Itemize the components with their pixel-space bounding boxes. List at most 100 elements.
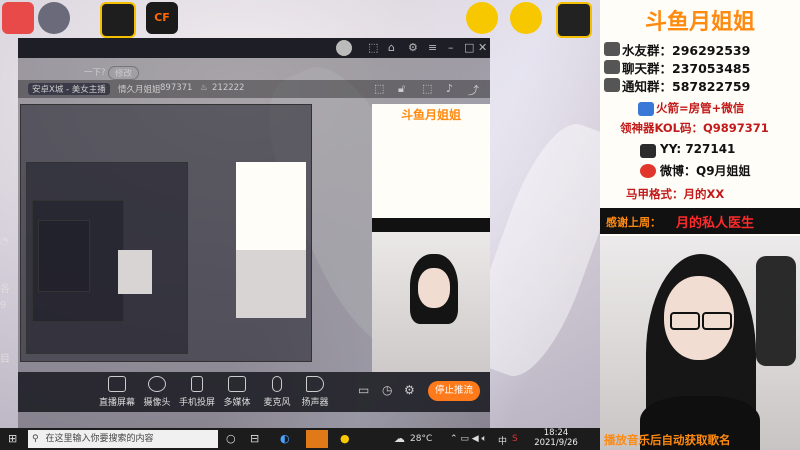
info-card-title: 斗鱼月姐姐 bbox=[644, 9, 755, 35]
taskbar-app-active[interactable] bbox=[306, 430, 328, 448]
ime-indicator[interactable]: 中 bbox=[498, 434, 507, 447]
cortana-icon[interactable]: ○ bbox=[226, 432, 236, 445]
info-line: 通知群：587822759 bbox=[622, 76, 750, 95]
info-line-value: 296292539 bbox=[672, 43, 751, 58]
rocket-icon bbox=[638, 102, 654, 116]
valorant-icon[interactable] bbox=[100, 2, 136, 38]
inner-thanks-bar bbox=[372, 218, 490, 232]
record-icon[interactable]: ▭ bbox=[358, 383, 369, 397]
search-icon: ⚲ bbox=[32, 434, 39, 444]
weather-icon: ☁ bbox=[394, 432, 405, 445]
speaker-button[interactable]: 扬声器 bbox=[292, 376, 338, 408]
clock[interactable]: 18:24 2021/9/26 bbox=[526, 428, 586, 448]
settings-icon[interactable]: ⚙ bbox=[404, 383, 415, 397]
temperature: 28°C bbox=[410, 434, 433, 444]
message-icon[interactable]: ⬚ bbox=[368, 41, 378, 54]
close-icon[interactable]: ✕ bbox=[478, 41, 487, 54]
category-label[interactable]: 安卓X城 - 美女主播 bbox=[28, 83, 110, 95]
toolbar-label: 扬声器 bbox=[301, 398, 329, 408]
mirror-camera bbox=[236, 250, 306, 318]
heat-count: 212222 bbox=[212, 83, 245, 93]
settings-icon[interactable]: ⚙ bbox=[408, 41, 418, 54]
toolbar-label: 麦克风 bbox=[263, 398, 291, 408]
lock-icon[interactable]: 🔓︎ bbox=[398, 82, 405, 96]
maximize-icon[interactable]: □ bbox=[464, 41, 474, 54]
user-avatar[interactable] bbox=[336, 40, 352, 56]
chat-icon bbox=[604, 78, 620, 92]
media-icon bbox=[228, 376, 246, 392]
taskbar-search[interactable]: ⚲ 在这里输入你要搜索的内容 bbox=[28, 430, 218, 448]
inner-card-title: 斗鱼月姐姐 bbox=[400, 108, 461, 122]
sidebar-clock-icon[interactable]: ◔ bbox=[0, 236, 9, 247]
window-titlebar: ⬚ ⌂ ⚙ ≡ – □ ✕ bbox=[18, 38, 490, 58]
sidebar-item[interactable]: 9 bbox=[0, 300, 6, 311]
clock-time: 18:24 bbox=[543, 428, 569, 438]
clock-date: 2021/9/26 bbox=[534, 438, 578, 448]
glasses-right bbox=[702, 312, 732, 330]
broadcast-title: 一下? bbox=[84, 68, 106, 78]
toolbar-label: 手机投屏 bbox=[178, 398, 215, 408]
glasses-left bbox=[670, 312, 700, 330]
sidebar-add-icon[interactable]: + bbox=[0, 70, 8, 81]
stop-stream-button[interactable]: 停止推流 bbox=[428, 381, 480, 401]
info-line-label: 通知群： bbox=[622, 79, 673, 94]
streamer-name: 情久月姐姐 bbox=[118, 85, 161, 95]
microphone-shape bbox=[756, 256, 796, 366]
app-icon[interactable] bbox=[2, 2, 34, 34]
phone-icon bbox=[191, 376, 203, 392]
room-header: 一下? 修改 bbox=[24, 66, 144, 80]
search-placeholder: 在这里输入你要搜索的内容 bbox=[45, 434, 154, 444]
kol-line: 领神器KOL码：Q9897371 bbox=[620, 121, 769, 135]
taskview-icon[interactable]: ⊟ bbox=[250, 432, 259, 445]
avatar bbox=[38, 2, 70, 34]
sidebar-item[interactable]: 目 bbox=[0, 350, 10, 365]
info-line: 水友群：296292539 bbox=[622, 40, 750, 59]
edge-icon[interactable]: ◐ bbox=[280, 432, 290, 445]
info-line-label: 水友群： bbox=[622, 43, 673, 58]
heat-icon: ♨ bbox=[200, 83, 208, 93]
edit-button[interactable]: 修改 bbox=[108, 66, 140, 80]
shirt-icon[interactable]: ⌂ bbox=[388, 41, 395, 54]
pp-icon[interactable] bbox=[510, 2, 542, 34]
windows-start-icon[interactable]: ⊞ bbox=[8, 432, 17, 445]
inner-info-card: 斗鱼月姐姐 bbox=[372, 104, 490, 218]
minimize-icon[interactable]: – bbox=[448, 41, 454, 54]
s-icon[interactable]: S bbox=[512, 434, 518, 444]
chat-icon bbox=[604, 60, 620, 74]
info-line: 聊天群：237053485 bbox=[622, 58, 750, 77]
mirror-info-card bbox=[236, 162, 306, 252]
camera-icon bbox=[148, 376, 166, 392]
bell-icon[interactable]: ♪ bbox=[446, 82, 453, 95]
pp-icon[interactable] bbox=[466, 2, 498, 34]
info-line-value: 587822759 bbox=[672, 79, 751, 94]
speaker-icon bbox=[306, 376, 324, 392]
menu-icon[interactable]: ≡ bbox=[428, 41, 437, 54]
yy-icon bbox=[640, 144, 656, 158]
toolbar-label: 直播屏幕 bbox=[98, 398, 135, 408]
app-icon[interactable] bbox=[556, 2, 592, 38]
chart-icon[interactable]: ◷ bbox=[382, 383, 392, 397]
chat-icon bbox=[604, 42, 620, 56]
thanks-label: 感谢上周： bbox=[606, 216, 661, 229]
layout-icon[interactable]: ⬚ bbox=[374, 82, 384, 95]
info-line-label: 聊天群： bbox=[622, 61, 673, 76]
weibo-icon bbox=[640, 164, 656, 178]
gift-icon[interactable]: ⬚ bbox=[422, 82, 432, 95]
pp-taskbar-icon[interactable]: ● bbox=[340, 432, 350, 445]
mic-icon bbox=[272, 376, 282, 392]
music-caption: 播放音乐后自动获取歌名 bbox=[600, 430, 800, 450]
room-id: 897371 bbox=[160, 83, 193, 93]
toolbar-label: 多媒体 bbox=[223, 398, 251, 408]
cf-icon[interactable]: CF bbox=[146, 2, 178, 34]
info-line-value: 237053485 bbox=[672, 61, 751, 76]
sidebar-item[interactable]: 各 bbox=[0, 280, 10, 295]
camera-feed bbox=[600, 236, 800, 450]
share-icon[interactable]: ⤴ bbox=[468, 82, 479, 98]
live-preview[interactable]: 斗鱼月姐姐 bbox=[18, 100, 490, 372]
weibo-line: 微博：Q9月姐姐 bbox=[660, 164, 751, 178]
mirror-camera bbox=[118, 250, 152, 294]
tray-icons[interactable]: ⌃ ▭ ◀ 🔈︎ bbox=[450, 434, 487, 444]
toolbar-label: 摄像头 bbox=[143, 398, 171, 408]
thanks-name: 月的私人医生 bbox=[676, 216, 755, 231]
yy-line: YY: 727141 bbox=[660, 142, 736, 156]
